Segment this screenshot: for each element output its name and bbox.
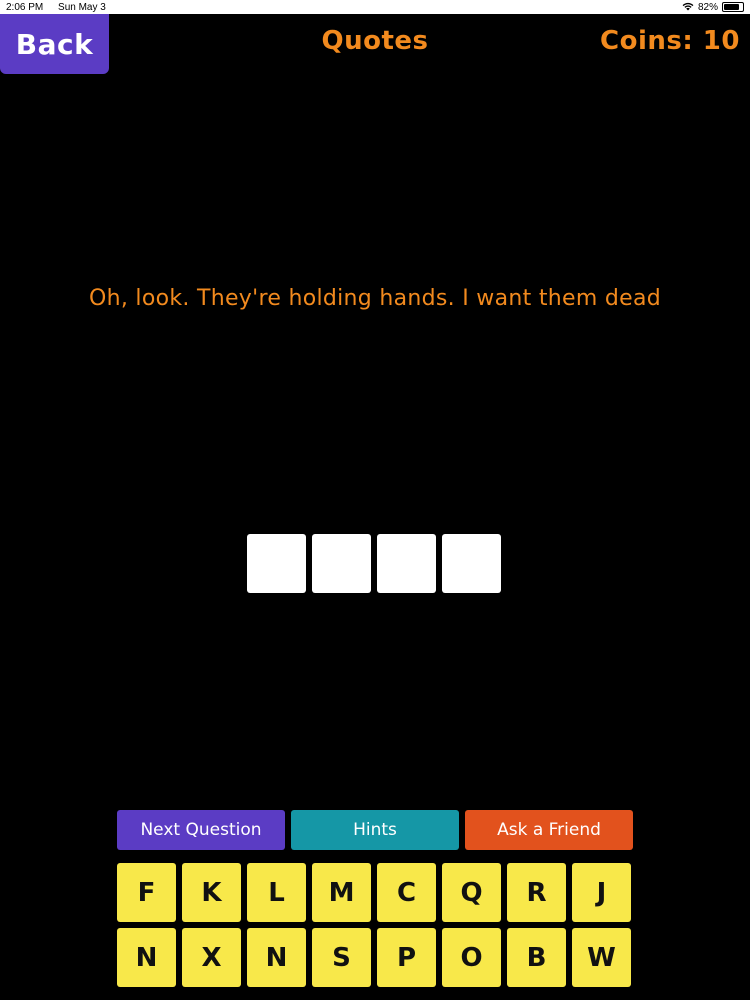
battery-percent: 82% (697, 1, 718, 13)
coins-counter: Coins: 10 (600, 26, 740, 56)
status-bar: 2:06 PM Sun May 3 82% (0, 0, 750, 14)
letter-key[interactable]: O (442, 928, 501, 987)
hints-button[interactable]: Hints (291, 810, 459, 850)
letter-key[interactable]: J (572, 863, 631, 922)
letter-key[interactable]: R (507, 863, 566, 922)
next-question-button[interactable]: Next Question (117, 810, 285, 850)
letter-key[interactable]: M (312, 863, 371, 922)
letter-key[interactable]: C (377, 863, 436, 922)
back-button[interactable]: Back (0, 14, 109, 74)
answer-slot[interactable] (247, 534, 306, 593)
letter-key[interactable]: F (117, 863, 176, 922)
answer-slot[interactable] (377, 534, 436, 593)
letter-keyboard: FKLMCQRJNXNSPOBW (117, 863, 631, 987)
letter-key[interactable]: N (117, 928, 176, 987)
status-time: 2:06 PM (6, 1, 44, 13)
letter-key[interactable]: P (377, 928, 436, 987)
battery-fill (724, 4, 739, 10)
answer-slot[interactable] (442, 534, 501, 593)
letter-key[interactable]: Q (442, 863, 501, 922)
action-row: Next Question Hints Ask a Friend (117, 810, 633, 850)
battery-icon (722, 2, 744, 12)
status-right: 82% (682, 2, 744, 13)
letter-key[interactable]: W (572, 928, 631, 987)
letter-key[interactable]: X (182, 928, 241, 987)
letter-key[interactable]: S (312, 928, 371, 987)
letter-key[interactable]: B (507, 928, 566, 987)
quote-text: Oh, look. They're holding hands. I want … (88, 286, 662, 311)
status-left: 2:06 PM Sun May 3 (6, 2, 118, 13)
answer-slots (247, 534, 501, 593)
status-date: Sun May 3 (58, 1, 106, 13)
letter-key[interactable]: L (247, 863, 306, 922)
letter-key[interactable]: K (182, 863, 241, 922)
letter-key[interactable]: N (247, 928, 306, 987)
answer-slot[interactable] (312, 534, 371, 593)
ask-friend-button[interactable]: Ask a Friend (465, 810, 633, 850)
wifi-icon (682, 2, 694, 13)
